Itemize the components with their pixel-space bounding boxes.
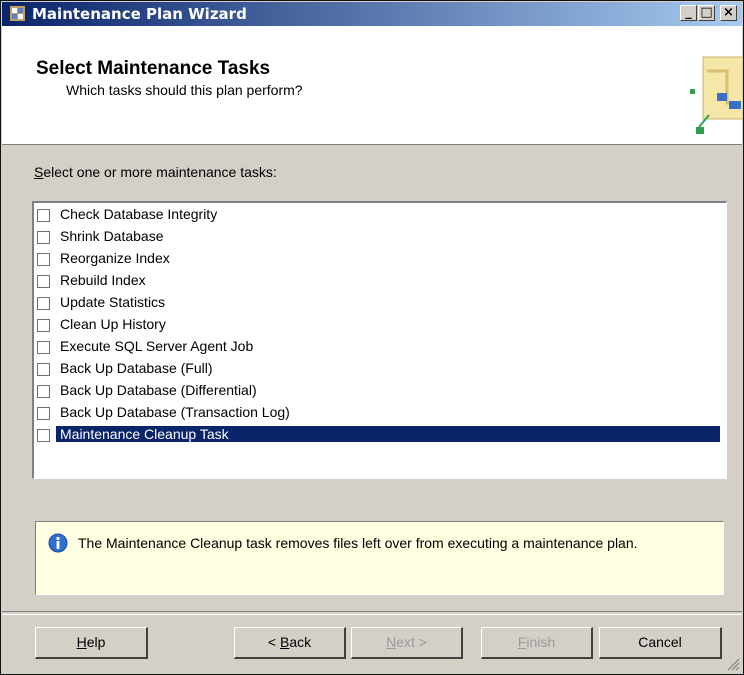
page-title: Select Maintenance Tasks [36, 58, 271, 79]
task-checkbox[interactable] [37, 209, 50, 222]
task-label: Reorganize Index [60, 250, 170, 266]
task-label: Back Up Database (Transaction Log) [60, 404, 290, 420]
back-accelerator: B [279, 634, 290, 650]
task-list-prompt: Select one or more maintenance tasks: [34, 164, 277, 180]
task-item-rebuild-index[interactable]: Rebuild Index [34, 271, 724, 293]
finish-label: inish [526, 634, 556, 650]
cancel-button[interactable]: Cancel [599, 627, 722, 659]
wizard-window: Maintenance Plan Wizard _ □ × Select Mai… [0, 0, 744, 675]
wizard-app-icon [10, 6, 25, 21]
resize-grip-icon[interactable] [726, 657, 740, 671]
back-prefix: < [267, 634, 280, 650]
task-checkbox[interactable] [37, 231, 50, 244]
next-accelerator: N [386, 634, 397, 650]
back-button[interactable]: < Back [234, 627, 346, 659]
wizard-header-graphic-icon [690, 56, 743, 134]
task-checkbox[interactable] [37, 385, 50, 398]
task-label: Maintenance Cleanup Task [56, 426, 720, 442]
task-checkbox[interactable] [37, 341, 50, 354]
maximize-button[interactable]: □ [698, 5, 715, 21]
footer-divider [2, 611, 742, 615]
cancel-label: Cancel [638, 634, 682, 650]
close-icon: × [723, 5, 734, 20]
finish-button[interactable]: Finish [481, 627, 593, 659]
task-label: Shrink Database [60, 228, 164, 244]
prompt-accelerator: S [34, 164, 44, 180]
next-button[interactable]: Next > [351, 627, 463, 659]
maximize-icon: □ [700, 5, 713, 20]
task-label: Update Statistics [60, 294, 166, 310]
task-checklist[interactable]: Check Database Integrity Shrink Database… [32, 201, 727, 479]
task-item-check-database-integrity[interactable]: Check Database Integrity [34, 205, 724, 227]
task-label: Back Up Database (Full) [60, 360, 213, 376]
page-subtitle: Which tasks should this plan perform? [66, 82, 303, 98]
task-item-backup-full[interactable]: Back Up Database (Full) [34, 359, 724, 381]
task-checkbox[interactable] [37, 319, 50, 332]
task-label: Execute SQL Server Agent Job [60, 338, 254, 354]
task-description-text: The Maintenance Cleanup task removes fil… [78, 535, 638, 551]
task-checkbox[interactable] [37, 407, 50, 420]
help-accelerator: H [76, 634, 87, 650]
task-checkbox[interactable] [37, 363, 50, 376]
task-checkbox[interactable] [37, 253, 50, 266]
minimize-icon: _ [685, 5, 692, 20]
task-item-clean-up-history[interactable]: Clean Up History [34, 315, 724, 337]
task-label: Back Up Database (Differential) [60, 382, 257, 398]
task-item-maintenance-cleanup[interactable]: Maintenance Cleanup Task [34, 425, 724, 447]
next-label: ext > [396, 634, 427, 650]
minimize-button[interactable]: _ [680, 5, 697, 21]
task-item-execute-agent-job[interactable]: Execute SQL Server Agent Job [34, 337, 724, 359]
help-label: elp [86, 634, 106, 650]
task-checkbox[interactable] [37, 297, 50, 310]
task-label: Check Database Integrity [60, 206, 218, 222]
task-item-shrink-database[interactable]: Shrink Database [34, 227, 724, 249]
task-item-backup-differential[interactable]: Back Up Database (Differential) [34, 381, 724, 403]
wizard-header: Select Maintenance Tasks Which tasks sho… [2, 26, 743, 145]
task-label: Rebuild Index [60, 272, 146, 288]
task-label: Clean Up History [60, 316, 166, 332]
task-checkbox[interactable] [37, 275, 50, 288]
task-item-backup-transaction-log[interactable]: Back Up Database (Transaction Log) [34, 403, 724, 425]
help-button[interactable]: Help [35, 627, 148, 659]
task-description-panel: The Maintenance Cleanup task removes fil… [35, 521, 724, 595]
task-item-reorganize-index[interactable]: Reorganize Index [34, 249, 724, 271]
info-icon [48, 533, 68, 553]
prompt-text: elect one or more maintenance tasks: [43, 164, 277, 180]
task-item-update-statistics[interactable]: Update Statistics [34, 293, 724, 315]
title-bar[interactable]: Maintenance Plan Wizard _ □ × [2, 2, 742, 26]
close-button[interactable]: × [720, 5, 737, 21]
task-checkbox[interactable] [37, 429, 50, 442]
window-title: Maintenance Plan Wizard [32, 5, 247, 23]
back-label: ack [289, 634, 312, 650]
